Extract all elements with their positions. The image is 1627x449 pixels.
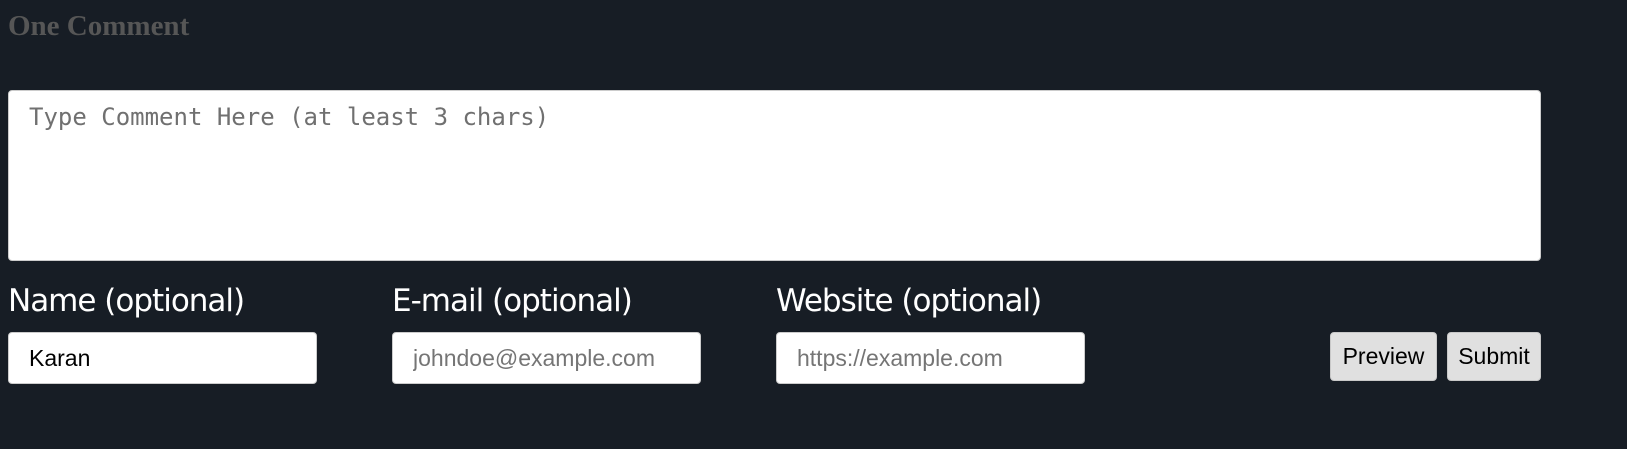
submit-button[interactable]: Submit <box>1447 332 1541 381</box>
name-label: Name (optional) <box>8 283 245 319</box>
email-input[interactable] <box>392 332 701 384</box>
email-label: E-mail (optional) <box>392 283 633 319</box>
preview-button[interactable]: Preview <box>1330 332 1437 381</box>
comment-textarea[interactable] <box>8 90 1541 261</box>
comments-heading: One Comment <box>8 10 190 42</box>
website-input[interactable] <box>776 332 1085 384</box>
website-label: Website (optional) <box>776 283 1042 319</box>
name-input[interactable] <box>8 332 317 384</box>
